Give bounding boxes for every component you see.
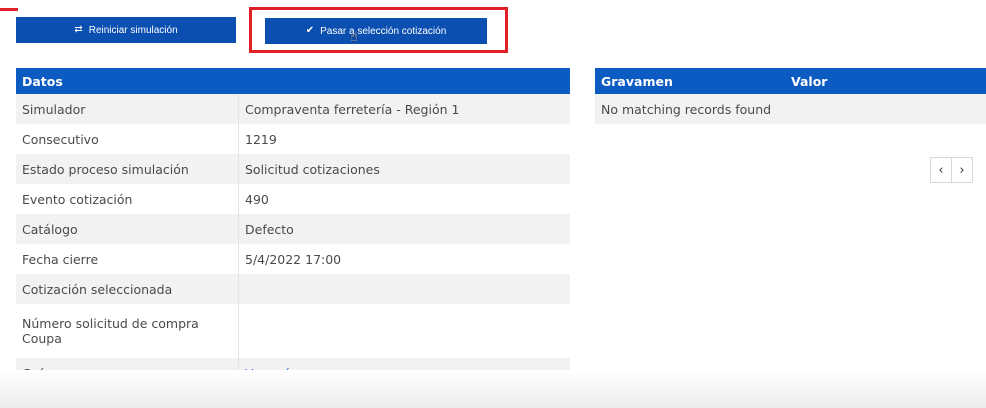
- row-label: Número solicitud de compra Coupa: [16, 304, 239, 358]
- hand-cursor-icon: ☝: [350, 30, 358, 45]
- next-page-button[interactable]: ›: [951, 157, 973, 183]
- valor-column-header[interactable]: Valor: [791, 74, 827, 89]
- row-label: Catálogo: [16, 214, 239, 244]
- pasar-seleccion-cotizacion-button[interactable]: ✔ Pasar a selección cotización: [265, 18, 487, 44]
- gravamen-header: Gravamen Valor: [595, 68, 986, 94]
- row-value: 5/4/2022 17:00: [238, 244, 570, 274]
- row-label: Estado proceso simulación: [16, 154, 239, 184]
- row-value: Solicitud cotizaciones: [238, 154, 570, 184]
- gravamen-table: Gravamen Valor No matching records found: [595, 68, 986, 124]
- table-row: Simulador Compraventa ferretería - Regió…: [16, 94, 570, 124]
- row-value: [238, 304, 570, 358]
- table-row: Número solicitud de compra Coupa: [16, 304, 570, 358]
- table-row: Estado proceso simulación Solicitud coti…: [16, 154, 570, 184]
- datos-header: Datos: [16, 68, 570, 94]
- pasar-seleccion-cotizacion-label: Pasar a selección cotización: [320, 25, 447, 37]
- row-value: Compraventa ferretería - Región 1: [238, 94, 570, 124]
- row-label: Evento cotización: [16, 184, 239, 214]
- bottom-shadow: [0, 370, 986, 408]
- row-value: 1219: [238, 124, 570, 154]
- table-row: Evento cotización 490: [16, 184, 570, 214]
- red-annotation-line: [0, 8, 18, 11]
- table-row: Catálogo Defecto: [16, 214, 570, 244]
- row-value: [238, 274, 570, 304]
- reiniciar-simulacion-button[interactable]: ⇄ Reiniciar simulación: [16, 17, 236, 43]
- table-row: Consecutivo 1219: [16, 124, 570, 154]
- empty-message: No matching records found: [595, 94, 986, 124]
- check-icon: ✔: [305, 25, 315, 36]
- gravamen-column-header[interactable]: Gravamen: [595, 74, 791, 89]
- reiniciar-simulacion-label: Reiniciar simulación: [88, 24, 178, 36]
- pagination: ‹ ›: [930, 157, 973, 183]
- row-label: Consecutivo: [16, 124, 239, 154]
- row-value: 490: [238, 184, 570, 214]
- row-value: Defecto: [238, 214, 570, 244]
- row-label: Cotización seleccionada: [16, 274, 239, 304]
- prev-page-button[interactable]: ‹: [930, 157, 952, 183]
- swap-icon: ⇄: [74, 24, 83, 35]
- row-label: Fecha cierre: [16, 244, 239, 274]
- table-row: Fecha cierre 5/4/2022 17:00: [16, 244, 570, 274]
- datos-table: Datos Simulador Compraventa ferretería -…: [16, 68, 570, 388]
- row-label: Simulador: [16, 94, 239, 124]
- table-row: Cotización seleccionada: [16, 274, 570, 304]
